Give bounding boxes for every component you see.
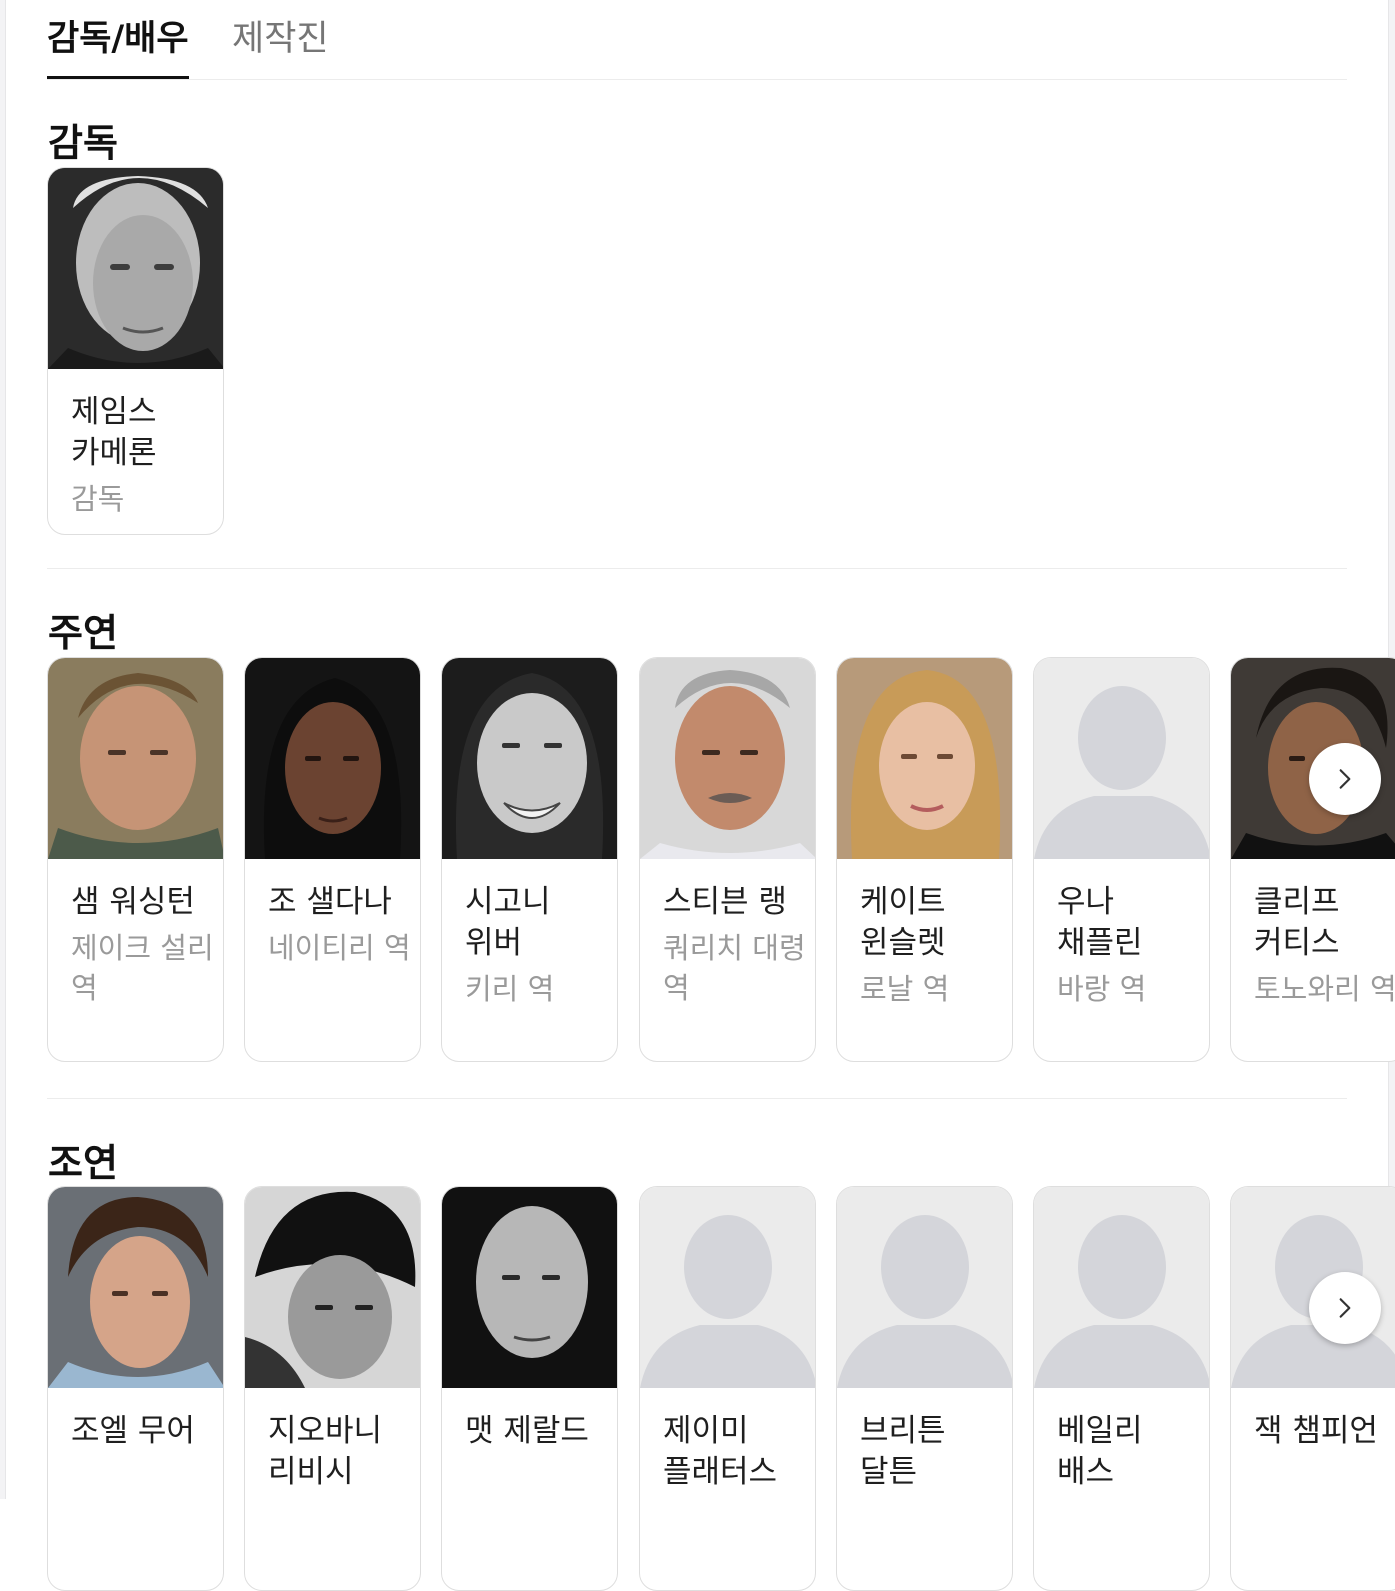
person-name: 잭 챔피언 [1254,1413,1378,1449]
person-photo [245,658,420,859]
person-name: 우나 채플린 [1057,884,1143,961]
person-card[interactable]: 클리프 커티스 토노와리 역 [1230,657,1395,1062]
person-card[interactable]: 제임스 카메론 감독 [47,167,224,535]
section-title-director: 감독 [48,121,118,165]
person-role: 키리 역 [465,972,555,1006]
person-role: 토노와리 역 [1254,972,1395,1006]
person-name: 시고니 위버 [465,884,551,961]
person-card[interactable]: 조엘 무어 [47,1186,224,1591]
person-name: 브리튼 달튼 [860,1413,946,1490]
person-name: 클리프 커티스 [1254,884,1340,961]
section-divider [47,568,1347,569]
section-divider [47,1098,1347,1099]
person-silhouette-icon [837,1187,1012,1388]
tab-bar: 감독/배우 제작진 [47,0,1347,80]
person-role: 감독 [71,482,125,516]
person-name: 조 샐다나 [268,884,392,920]
person-silhouette-icon [1034,1187,1209,1388]
active-tab-indicator [47,76,189,79]
person-name: 지오바니 리비시 [268,1413,383,1490]
person-name: 베일리 배스 [1057,1413,1143,1490]
person-name: 케이트 윈슬렛 [860,884,946,961]
person-role: 네이티리 역 [268,931,411,965]
person-name: 조엘 무어 [71,1413,195,1449]
person-name: 제이미 플래터스 [663,1413,778,1490]
person-name: 스티븐 랭 [663,884,787,920]
person-silhouette-icon [1034,658,1209,859]
person-photo [837,658,1012,859]
chevron-right-icon [1339,769,1351,789]
person-card[interactable]: 브리튼 달튼 [836,1186,1013,1591]
person-role: 제이크 설리 역 [71,931,214,1005]
chevron-right-icon [1339,1298,1351,1318]
person-role: 로날 역 [860,972,950,1006]
carousel-next-button[interactable] [1309,743,1381,815]
tab-cast[interactable]: 감독/배우 [47,10,189,61]
section-title-lead: 주연 [48,611,118,655]
person-card[interactable]: 잭 챔피언 [1230,1186,1395,1591]
person-card[interactable]: 맷 제랄드 [441,1186,618,1591]
person-photo [640,658,815,859]
person-role: 바랑 역 [1057,972,1147,1006]
person-card[interactable]: 샘 워싱턴 제이크 설리 역 [47,657,224,1062]
window-frame-left [0,0,6,1499]
person-photo [442,1187,617,1388]
person-card[interactable]: 시고니 위버 키리 역 [441,657,618,1062]
person-name: 제임스 카메론 [71,394,157,471]
person-card[interactable]: 조 샐다나 네이티리 역 [244,657,421,1062]
person-silhouette-icon [640,1187,815,1388]
person-name: 맷 제랄드 [465,1413,589,1449]
person-card[interactable]: 제이미 플래터스 [639,1186,816,1591]
person-card[interactable]: 우나 채플린 바랑 역 [1033,657,1210,1062]
person-photo [48,658,223,859]
person-photo [442,658,617,859]
person-card[interactable]: 스티븐 랭 쿼리치 대령 역 [639,657,816,1062]
person-role: 쿼리치 대령 역 [663,931,806,1005]
person-photo [48,168,223,369]
person-photo [245,1187,420,1388]
person-card[interactable]: 케이트 윈슬렛 로날 역 [836,657,1013,1062]
person-card[interactable]: 지오바니 리비시 [244,1186,421,1591]
section-title-supporting: 조연 [48,1141,118,1185]
person-photo [48,1187,223,1388]
tab-crew[interactable]: 제작진 [232,10,329,61]
carousel-next-button[interactable] [1309,1272,1381,1344]
person-name: 샘 워싱턴 [71,884,195,920]
person-card[interactable]: 베일리 배스 [1033,1186,1210,1591]
